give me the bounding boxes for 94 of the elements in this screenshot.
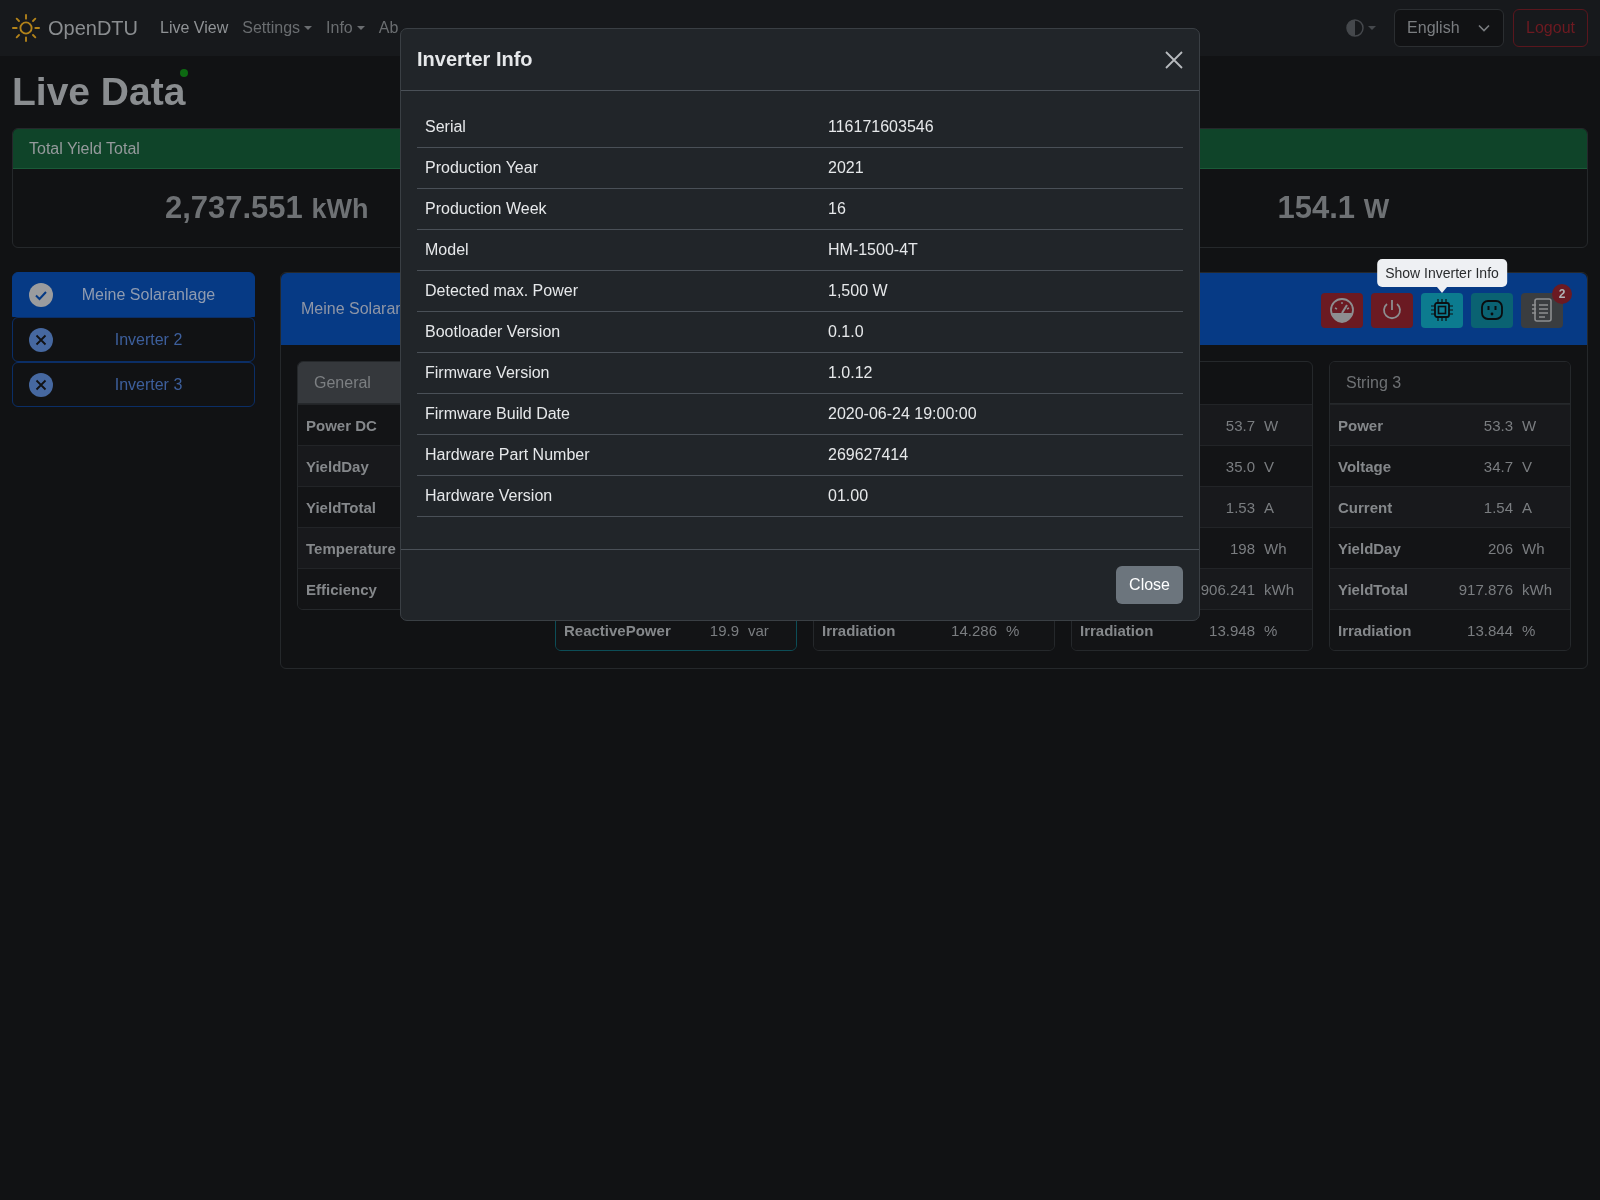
brand-name[interactable]: OpenDTU xyxy=(48,16,139,40)
close-button[interactable]: Close xyxy=(1116,566,1183,604)
row-label: YieldTotal xyxy=(1338,580,1409,598)
outlet-button[interactable] xyxy=(1471,292,1513,328)
row-unit: W xyxy=(1522,416,1538,434)
row-unit: A xyxy=(1264,498,1275,516)
info-value: 01.00 xyxy=(828,487,870,505)
row-label: Current xyxy=(1338,498,1394,516)
info-value: 16 xyxy=(828,200,847,218)
row-value: 13.948 xyxy=(1209,621,1255,639)
row-value: 906.241 xyxy=(1200,580,1255,598)
info-value: 2020-06-24 19:00:00 xyxy=(828,405,978,423)
chip-icon xyxy=(1429,297,1455,323)
journal-icon xyxy=(1530,297,1554,323)
gauge-button[interactable] xyxy=(1321,292,1363,328)
row-value: 34.7 xyxy=(1483,457,1513,475)
row-unit: % xyxy=(1006,621,1021,639)
row-label: YieldTotal xyxy=(306,498,377,516)
nav-link[interactable]: Ab xyxy=(378,19,399,37)
total-value: 154.1 W xyxy=(1277,190,1390,226)
row-unit: V xyxy=(1264,457,1275,475)
power-icon xyxy=(1380,298,1404,322)
row-unit: % xyxy=(1264,621,1279,639)
row-label: Power DC xyxy=(306,416,378,434)
row-unit: Wh xyxy=(1522,539,1546,557)
row-label: Temperature xyxy=(306,539,397,557)
row-label: Irradiation xyxy=(822,621,897,639)
count-badge: 2 xyxy=(1552,283,1572,304)
info-label: Firmware Build Date xyxy=(425,405,571,423)
card-title: String 3 xyxy=(1346,373,1402,392)
row-label: Irradiation xyxy=(1338,621,1413,639)
inverter-item[interactable]: Inverter 2 xyxy=(12,317,255,362)
dialog-title: Inverter Info xyxy=(417,48,533,71)
row-label: Irradiation xyxy=(1080,621,1155,639)
row-value: 1.53 xyxy=(1225,498,1255,516)
row-value: 206 xyxy=(1487,539,1513,557)
info-label: Hardware Version xyxy=(425,487,554,505)
nav-link[interactable]: Live View xyxy=(160,19,229,37)
row-label: ReactivePower xyxy=(564,621,672,639)
row-unit: % xyxy=(1522,621,1537,639)
row-unit: W xyxy=(1264,416,1280,434)
sun-logo-icon xyxy=(12,14,40,42)
info-label: Serial xyxy=(425,118,467,136)
row-value: 53.3 xyxy=(1483,416,1513,434)
inverter-item[interactable]: Inverter 3 xyxy=(12,362,255,407)
row-label: Efficiency xyxy=(306,580,378,598)
row-unit: Wh xyxy=(1264,539,1288,557)
tooltip-pointer xyxy=(1437,286,1447,293)
total-value: 2,737.551 kWh xyxy=(164,190,369,226)
close-icon[interactable] xyxy=(1165,50,1183,69)
info-label: Production Year xyxy=(425,159,539,177)
info-label: Production Week xyxy=(425,200,548,218)
row-label: YieldDay xyxy=(306,457,370,475)
row-label: Power xyxy=(1338,416,1384,434)
info-value: 0.1.0 xyxy=(828,323,865,341)
info-label: Firmware Version xyxy=(425,364,551,382)
row-value: 917.876 xyxy=(1458,580,1513,598)
language-select[interactable]: English xyxy=(1394,9,1505,47)
row-unit: kWh xyxy=(1264,580,1295,598)
gauge-icon xyxy=(1329,297,1355,323)
page-title: Live Data xyxy=(12,70,186,114)
row-label: Voltage xyxy=(1338,457,1393,475)
info-value: 2021 xyxy=(828,159,865,177)
row-value: 53.7 xyxy=(1225,416,1255,434)
row-value: 1.54 xyxy=(1483,498,1513,516)
row-unit: V xyxy=(1522,457,1533,475)
nav-link[interactable]: Info xyxy=(326,19,365,37)
card-title: General xyxy=(314,373,371,392)
info-label: Hardware Part Number xyxy=(425,446,591,464)
row-value: 35.0 xyxy=(1225,457,1255,475)
tooltip: Show Inverter Info xyxy=(1377,258,1507,287)
info-label: Model xyxy=(425,241,470,259)
row-value: 14.286 xyxy=(951,621,997,639)
chip-button[interactable] xyxy=(1421,292,1463,328)
info-value: 269627414 xyxy=(828,446,910,464)
row-value: 13.844 xyxy=(1467,621,1513,639)
row-label: YieldDay xyxy=(1338,539,1402,557)
row-unit: A xyxy=(1522,498,1533,516)
row-unit: kWh xyxy=(1522,580,1553,598)
nav-link[interactable]: Settings xyxy=(242,19,313,37)
card-title: Total Yield Total xyxy=(29,139,140,158)
info-value: 1,500 W xyxy=(828,282,889,300)
info-label: Detected max. Power xyxy=(425,282,579,300)
info-value: 116171603546 xyxy=(828,118,935,136)
info-value: 1.0.12 xyxy=(828,364,874,382)
info-label: Bootloader Version xyxy=(425,323,562,341)
power-button[interactable] xyxy=(1371,292,1413,328)
inverter-item[interactable]: Meine Solaranlage xyxy=(12,272,255,317)
outlet-icon xyxy=(1480,298,1504,322)
row-unit: var xyxy=(748,621,770,639)
row-value: 198 xyxy=(1229,539,1255,557)
row-value: 19.9 xyxy=(709,621,739,639)
info-value: HM-1500-4T xyxy=(828,241,919,259)
theme-toggle[interactable] xyxy=(1346,19,1377,37)
